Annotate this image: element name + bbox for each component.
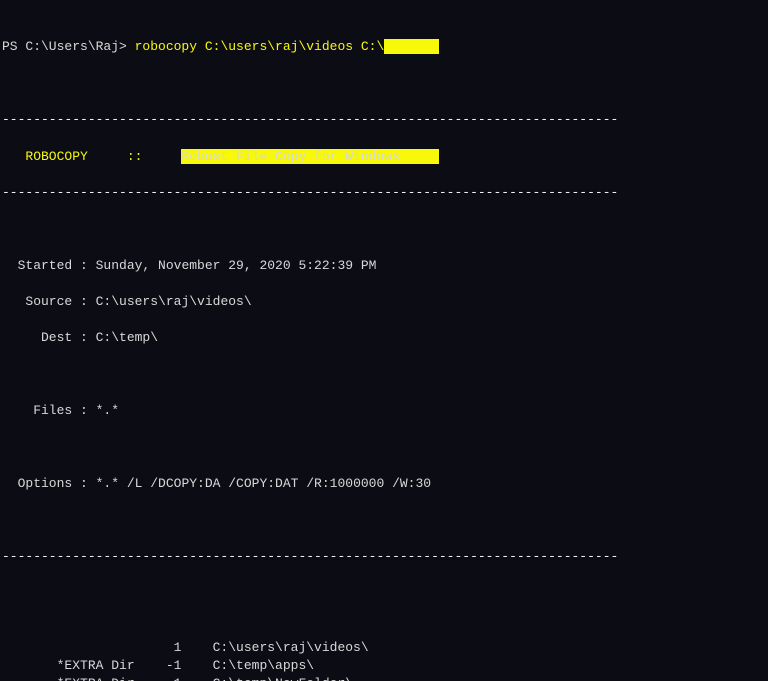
meta-options: Options : *.* /L /DCOPY:DA /COPY:DAT /R:… (2, 475, 766, 493)
robocopy-header-line: ROBOCOPY :: Robust File Copy for Windows (2, 148, 766, 166)
blank-line (2, 439, 766, 457)
blank-line (2, 584, 766, 602)
dash-separator: ----------------------------------------… (2, 111, 766, 129)
blank-line (2, 220, 766, 238)
dir-row: *EXTRA Dir -1 C:\temp\NewFolder\ (2, 675, 766, 681)
meta-started: Started : Sunday, November 29, 2020 5:22… (2, 257, 766, 275)
meta-source: Source : C:\users\raj\videos\ (2, 293, 766, 311)
dir-row: *EXTRA Dir -1 C:\temp\apps\ (2, 657, 766, 675)
dash-separator: ----------------------------------------… (2, 548, 766, 566)
robocopy-command-highlight: temp /L (384, 39, 439, 54)
robocopy-label: ROBOCOPY :: (2, 149, 181, 164)
robocopy-desc-trail (400, 149, 439, 164)
dash-separator: ----------------------------------------… (2, 184, 766, 202)
dir-row: 1 C:\users\raj\videos\ (2, 639, 766, 657)
ps-prompt-1: PS C:\Users\Raj> (2, 39, 135, 54)
meta-files: Files : *.* (2, 402, 766, 420)
terminal-output[interactable]: PS C:\Users\Raj> robocopy C:\users\raj\v… (0, 0, 768, 681)
robocopy-command-part1: robocopy C:\users\raj\videos C:\ (135, 39, 385, 54)
directory-listing: 1 C:\users\raj\videos\ *EXTRA Dir -1 C:\… (2, 639, 766, 681)
blank-line (2, 75, 766, 93)
meta-dest: Dest : C:\temp\ (2, 329, 766, 347)
blank-line (2, 366, 766, 384)
command-line-1: PS C:\Users\Raj> robocopy C:\users\raj\v… (2, 38, 766, 56)
blank-line (2, 511, 766, 529)
robocopy-desc: Robust File Copy for Windows (181, 149, 399, 164)
